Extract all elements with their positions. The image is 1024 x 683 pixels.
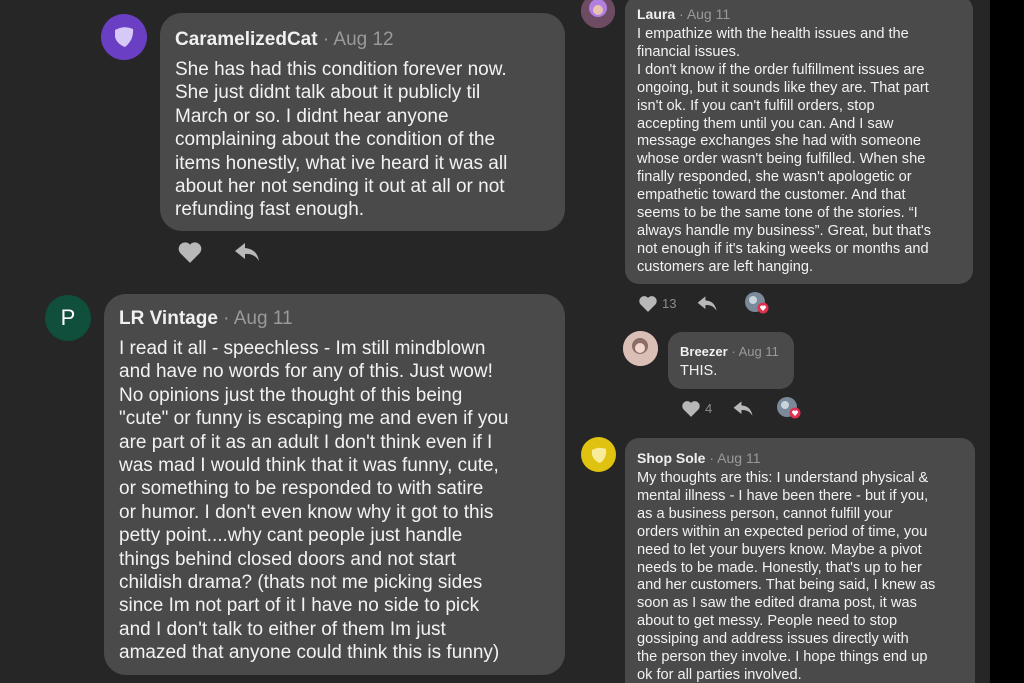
lr-vintage-avatar[interactable]: P: [45, 295, 91, 341]
comment-header: Shop Sole · Aug 11: [637, 450, 965, 466]
comment-text: THIS.: [680, 363, 718, 379]
comment-header: Breezer · Aug 11: [680, 344, 784, 359]
author-name[interactable]: LR Vintage: [119, 308, 218, 329]
comment-date: Aug 11: [233, 308, 293, 329]
comment-header: CaramelizedCat · Aug 12: [175, 29, 551, 51]
reaction-avatars-icon[interactable]: [744, 291, 770, 315]
caramelized-comment-bubble: CaramelizedCat · Aug 12 She has had this…: [160, 13, 565, 231]
breezer-actions: 4: [681, 396, 802, 420]
separator-dot: ·: [223, 308, 230, 329]
like-count: 13: [662, 295, 677, 311]
shield-blob-icon: [591, 447, 606, 463]
shop-sole-comment-bubble: Shop Sole · Aug 11 My thoughts are this:…: [625, 438, 975, 683]
separator-dot: ·: [679, 6, 684, 22]
comment-date: Aug 11: [686, 6, 731, 22]
comment-date: Aug 12: [333, 29, 394, 50]
comment-text: My thoughts are this: I understand physi…: [637, 470, 936, 683]
breezer-comment-bubble: Breezer · Aug 11 THIS.: [668, 332, 794, 389]
shield-blob-icon: [115, 27, 134, 47]
right-comment-panel: Laura · Aug 11 I empathize with the heal…: [578, 0, 990, 683]
caramelized-avatar[interactable]: [101, 14, 147, 60]
profile-photo-icon: [581, 0, 615, 28]
lr-vintage-comment-bubble: LR Vintage · Aug 11 I read it all - spee…: [104, 294, 565, 675]
comment-text: She has had this condition forever now. …: [175, 59, 508, 221]
comment-text: I read it all - speechless - Im still mi…: [119, 338, 509, 664]
reply-arrow-icon[interactable]: [732, 399, 754, 418]
separator-dot: ·: [709, 450, 715, 466]
comment-header: LR Vintage · Aug 11: [119, 308, 551, 330]
like-count: 4: [705, 400, 713, 416]
author-name[interactable]: Laura: [637, 6, 675, 22]
reply-arrow-icon[interactable]: [696, 294, 718, 313]
avatar-letter: P: [60, 305, 76, 330]
laura-avatar[interactable]: [581, 0, 615, 28]
author-name[interactable]: CaramelizedCat: [175, 29, 318, 50]
heart-icon[interactable]: [681, 399, 701, 418]
comment-date: Aug 11: [717, 450, 761, 466]
profile-photo-icon: [623, 331, 658, 366]
laura-actions: 13: [638, 291, 770, 315]
comment-header: Laura · Aug 11: [637, 6, 963, 22]
left-comment-panel: CaramelizedCat · Aug 12 She has had this…: [0, 0, 578, 683]
comment-date: Aug 11: [738, 344, 779, 359]
separator-dot: ·: [731, 344, 736, 359]
heart-icon[interactable]: [177, 240, 203, 264]
comment-text: I empathize with the health issues and t…: [637, 26, 931, 275]
laura-comment-bubble: Laura · Aug 11 I empathize with the heal…: [625, 0, 973, 284]
author-name[interactable]: Breezer: [680, 344, 728, 359]
separator-dot: ·: [322, 29, 330, 50]
reply-arrow-icon[interactable]: [233, 240, 261, 264]
author-name[interactable]: Shop Sole: [637, 450, 705, 466]
reaction-avatars-icon[interactable]: [776, 396, 802, 420]
breezer-avatar[interactable]: [623, 331, 658, 366]
caramelized-actions: [177, 240, 261, 264]
shop-sole-avatar[interactable]: [581, 437, 616, 472]
heart-icon[interactable]: [638, 294, 658, 313]
